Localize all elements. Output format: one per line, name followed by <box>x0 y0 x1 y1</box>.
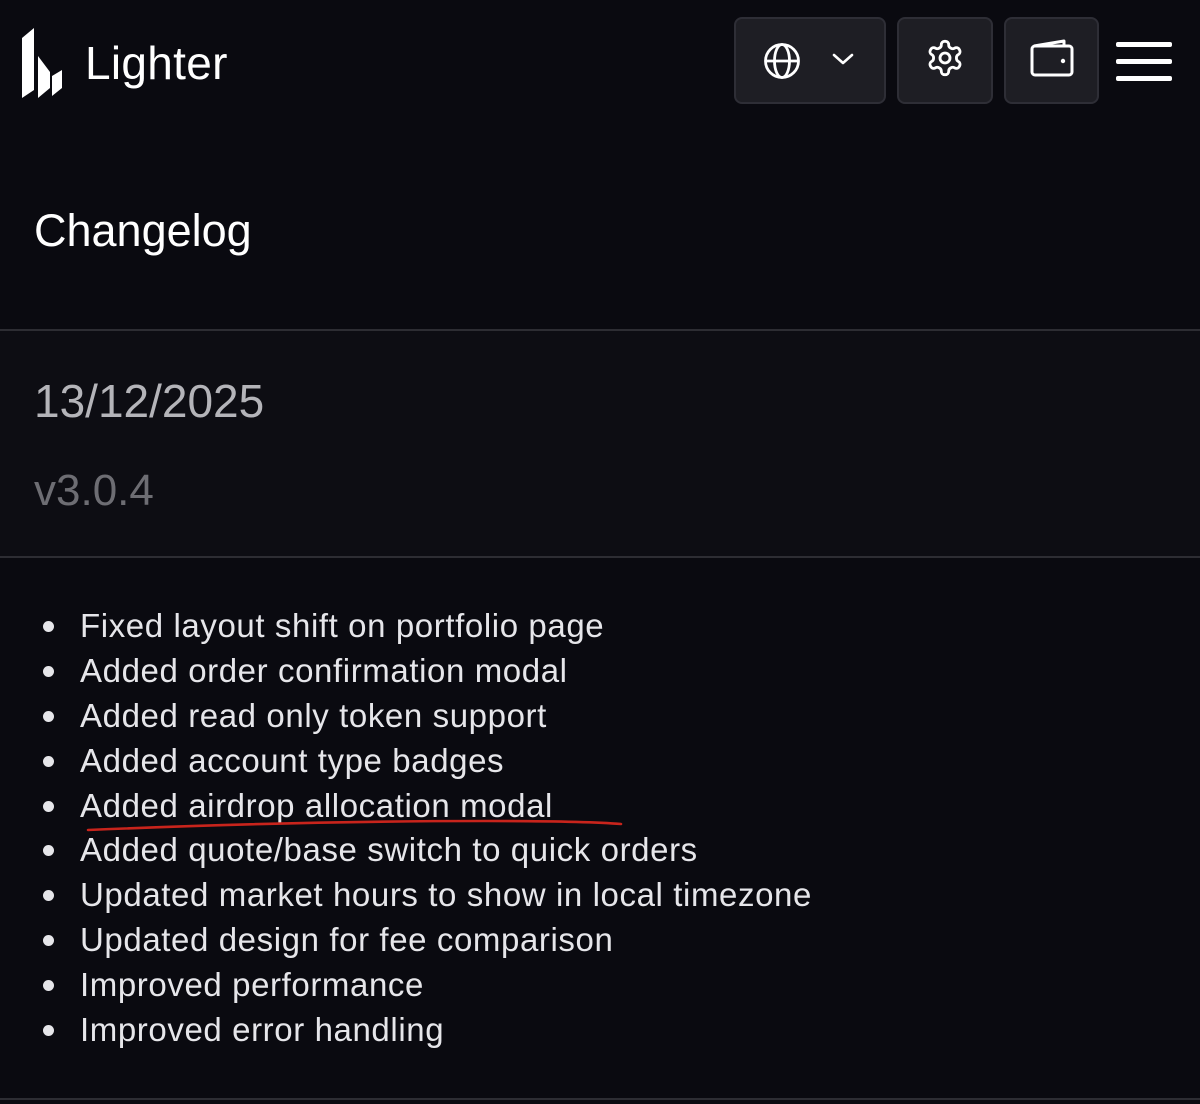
change-text: Fixed layout shift on portfolio page <box>80 607 605 644</box>
bullet <box>43 665 54 677</box>
change-text: Improved error handling <box>80 1011 445 1049</box>
bullet <box>43 621 54 632</box>
release-version: v3.0.4 <box>34 466 154 515</box>
bullet <box>43 845 54 857</box>
language-selector-button[interactable] <box>734 17 886 104</box>
top-nav-bar: Lighter <box>0 0 1200 125</box>
release-date: 13/12/2025 <box>34 375 265 427</box>
release-header <box>0 331 1200 556</box>
settings-button[interactable] <box>897 17 993 104</box>
change-text: Updated market hours to show in local ti… <box>80 876 812 914</box>
chevron-down-icon <box>831 51 855 72</box>
page-title: Changelog <box>34 205 252 256</box>
change-text: Added account type badges <box>80 741 505 779</box>
wallet-icon <box>1028 38 1076 83</box>
lighter-logo-icon[interactable] <box>20 26 64 100</box>
bullet <box>43 980 54 992</box>
change-text: Updated design for fee comparison <box>80 921 614 959</box>
bullet <box>43 935 54 947</box>
gear-icon <box>925 38 965 83</box>
bullet <box>43 710 54 722</box>
divider <box>0 556 1200 558</box>
change-text: Added order confirmation modal <box>80 651 568 689</box>
brand-name[interactable]: Lighter <box>85 36 228 90</box>
bullet <box>43 800 54 812</box>
bullet <box>43 1025 54 1037</box>
change-text: Improved performance <box>80 966 424 1004</box>
hamburger-menu-icon[interactable] <box>1110 38 1176 86</box>
bullet <box>43 890 54 902</box>
bullet <box>43 755 54 767</box>
change-text: Added read only token support <box>80 696 547 734</box>
annotation-underline <box>86 819 623 832</box>
divider <box>0 1098 1200 1100</box>
globe-icon <box>763 42 801 85</box>
wallet-button[interactable] <box>1004 17 1099 104</box>
